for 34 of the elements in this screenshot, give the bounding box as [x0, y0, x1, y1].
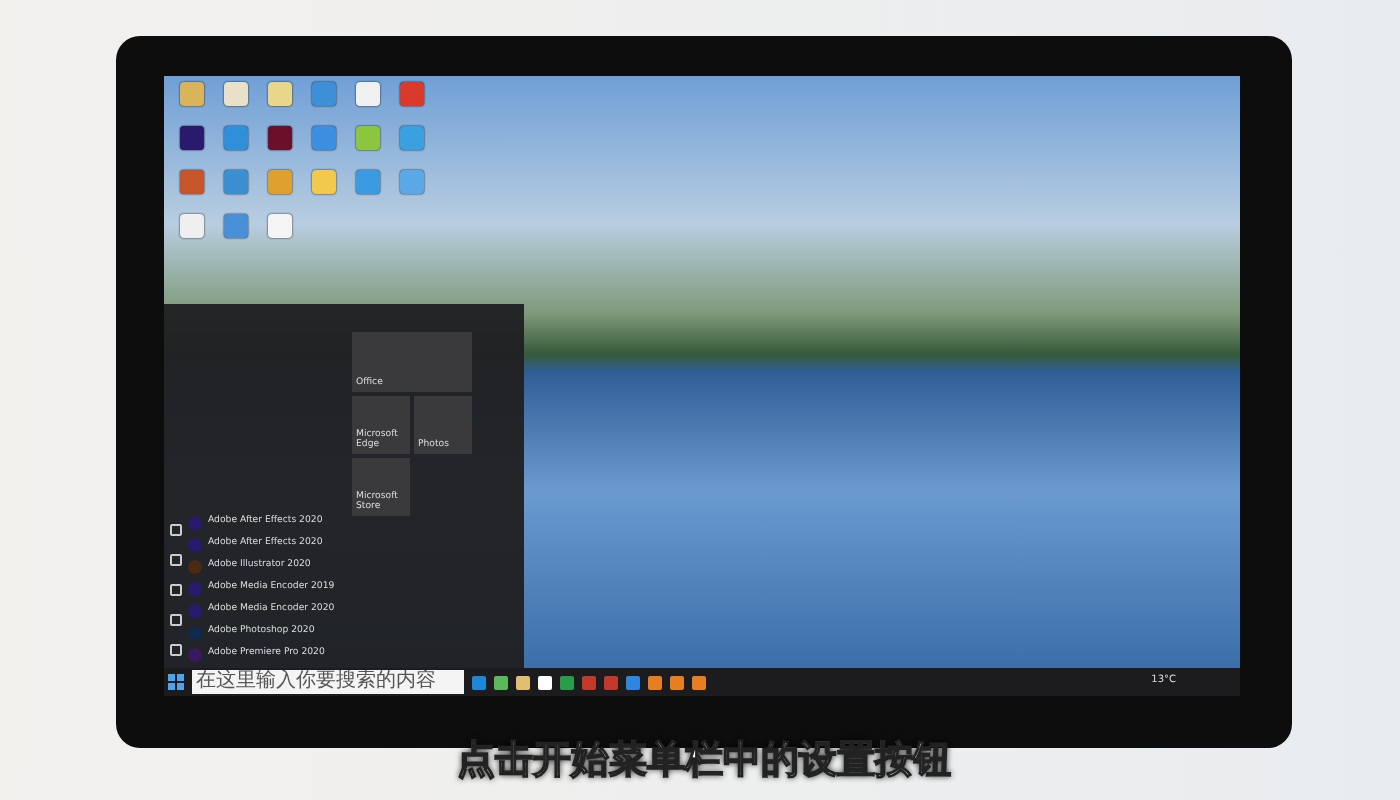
desktop-icon[interactable] [268, 170, 292, 194]
taskbar-app-icon[interactable] [538, 675, 552, 689]
taskbar-app-icon[interactable] [692, 675, 706, 689]
desktop-icon[interactable] [400, 170, 424, 194]
desktop-icon[interactable] [180, 126, 204, 150]
desktop-icon[interactable] [180, 214, 204, 238]
desktop-icon[interactable] [356, 170, 380, 194]
start-button[interactable] [168, 674, 184, 690]
desktop-icon[interactable] [180, 170, 204, 194]
taskbar-app-icon[interactable] [494, 675, 508, 689]
desktop-icon[interactable] [312, 170, 336, 194]
desktop-icon[interactable] [356, 82, 380, 106]
menu-side-icon[interactable] [170, 614, 182, 626]
menu-side-icon[interactable] [170, 524, 182, 536]
desktop-icon[interactable] [400, 82, 424, 106]
taskbar-app-icon[interactable] [648, 675, 662, 689]
menu-side-icon[interactable] [170, 644, 182, 656]
desktop-icon[interactable] [312, 82, 336, 106]
menu-side-icon[interactable] [170, 584, 182, 596]
desktop-icon[interactable] [224, 126, 248, 150]
desktop-icon[interactable] [224, 214, 248, 238]
menu-side-icon[interactable] [170, 554, 182, 566]
subtitle: 点击开始菜单栏中的设置按钮 [457, 737, 951, 781]
desktop-icon[interactable] [268, 82, 292, 106]
desktop-icon[interactable] [268, 214, 292, 238]
desktop-icon[interactable] [224, 170, 248, 194]
desktop-icon[interactable] [400, 126, 424, 150]
desktop-icon[interactable] [268, 126, 292, 150]
taskbar-app-icon[interactable] [670, 675, 684, 689]
taskbar-app-icon[interactable] [516, 675, 530, 689]
desktop-icon[interactable] [356, 126, 380, 150]
desktop-icon[interactable] [224, 82, 248, 106]
desktop-icon[interactable] [180, 82, 204, 106]
desktop-icon[interactable] [312, 126, 336, 150]
